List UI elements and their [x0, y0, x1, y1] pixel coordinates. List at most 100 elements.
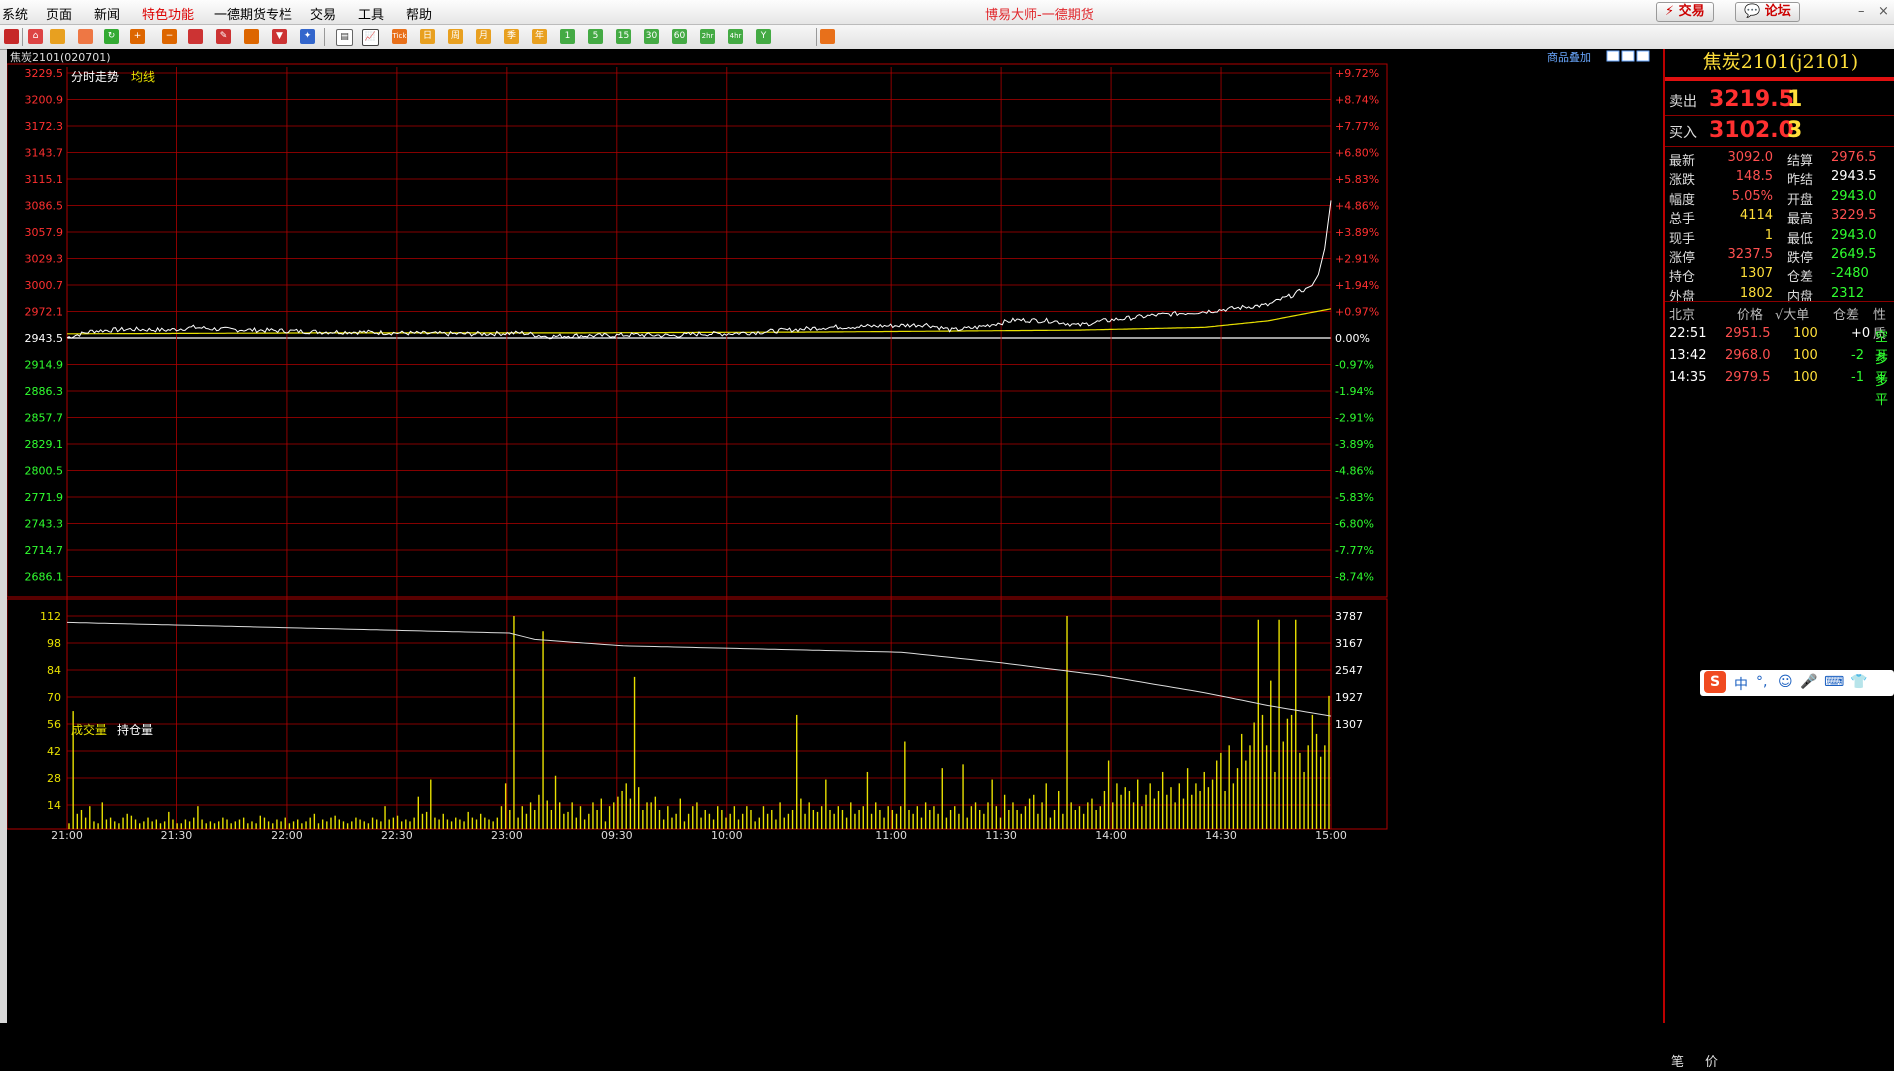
quote-value: 2943.5 — [1831, 169, 1877, 185]
min120-icon[interactable]: 2hr — [700, 29, 715, 44]
quote-panel: 焦炭2101(j2101) 卖出 3219.5 1 买入 3102.0 3 最新… — [1663, 49, 1894, 1070]
bid-label: 买入 — [1669, 125, 1697, 141]
price-axis-label: 3029.3 — [25, 253, 64, 266]
time-axis-label: 23:00 — [491, 829, 523, 842]
price-axis-label: 3172.3 — [25, 120, 64, 133]
menu-yide-column[interactable]: 一德期货专栏 — [214, 4, 292, 23]
menu-page[interactable]: 页面 — [46, 4, 72, 23]
tick-volume: 100 — [1793, 348, 1818, 363]
quote-row: 幅度 5.05% 开盘 2943.0 — [1665, 188, 1894, 208]
filter-icon[interactable]: ▼ — [272, 29, 287, 44]
time-axis-label: 14:30 — [1205, 829, 1237, 842]
intraday-chart[interactable]: 焦炭2101(020701) 商品叠加 分时走势 均线 成交量 持仓量 3229… — [6, 49, 1663, 1023]
volume-axis-label: 56 — [47, 718, 61, 731]
tick-header: 仓差 — [1833, 308, 1860, 323]
menu-features[interactable]: 特色功能 — [142, 4, 194, 23]
menu-news[interactable]: 新闻 — [94, 4, 120, 23]
ime-chinese-icon[interactable]: 中 — [1734, 674, 1748, 694]
pct-axis-label: +7.77% — [1335, 120, 1379, 133]
calc-icon[interactable] — [820, 29, 835, 44]
menu-help[interactable]: 帮助 — [406, 4, 432, 23]
volume-legend: 成交量 — [71, 722, 107, 737]
quote-value: 3229.5 — [1831, 208, 1877, 224]
ime-logo-icon[interactable]: S — [1704, 671, 1726, 693]
star-icon[interactable]: ✦ — [300, 29, 315, 44]
quote-label: 涨跌 — [1669, 173, 1696, 189]
quote-row: 最新 3092.0 结算 2976.5 — [1665, 149, 1894, 169]
min15-icon[interactable]: 15 — [616, 29, 631, 44]
chart-icon[interactable]: 📈 — [362, 29, 379, 46]
draw-icon[interactable] — [244, 29, 259, 44]
chart-corner-buttons[interactable] — [1606, 50, 1650, 62]
oi-axis-label: 1307 — [1335, 718, 1363, 731]
ask-volume: 1 — [1787, 87, 1803, 112]
menu-tools[interactable]: 工具 — [358, 4, 384, 23]
time-axis-label: 21:00 — [51, 829, 83, 842]
ime-skin-icon[interactable]: 👕 — [1850, 674, 1867, 690]
chart-area: 焦炭2101(020701) 商品叠加 分时走势 均线 成交量 持仓量 3229… — [6, 49, 1663, 1023]
volume-axis-label: 70 — [47, 691, 61, 704]
ime-mic-icon[interactable]: 🎤 — [1800, 674, 1817, 690]
pct-axis-label: -6.80% — [1335, 518, 1374, 531]
tick-price: 2968.0 — [1725, 348, 1771, 363]
instrument-header: 焦炭2101(020701) — [10, 51, 111, 64]
ime-toolbar[interactable]: S 中 °, ☺ 🎤 ⌨ 👕 — [1700, 670, 1894, 696]
quote-label: 幅度 — [1669, 192, 1696, 208]
oi-axis-label: 1927 — [1335, 691, 1363, 704]
pen-icon[interactable]: ✎ — [216, 29, 231, 44]
close-icon[interactable]: × — [1878, 4, 1889, 19]
tick-icon[interactable]: Tick — [392, 29, 407, 44]
minimize-icon[interactable]: – — [1858, 4, 1865, 19]
menu-trade[interactable]: 交易 — [310, 4, 336, 23]
ime-punct-icon[interactable]: °, — [1756, 674, 1767, 690]
tick-time: 14:35 — [1669, 370, 1707, 385]
year-icon[interactable]: 年 — [532, 29, 547, 44]
quote-label: 结算 — [1787, 154, 1814, 169]
min30-icon[interactable]: 30 — [644, 29, 659, 44]
ime-emoji-icon[interactable]: ☺ — [1778, 674, 1793, 690]
custom-icon[interactable]: Y — [756, 29, 771, 44]
chat-icon: 💬 — [1744, 4, 1761, 19]
home-icon[interactable]: ⌂ — [28, 29, 43, 44]
min60-icon[interactable]: 60 — [672, 29, 687, 44]
min240-icon[interactable]: 4hr — [728, 29, 743, 44]
table-icon[interactable]: ▤ — [336, 29, 353, 46]
left-tab-strip[interactable] — [0, 50, 7, 1023]
price-axis-label: 3115.1 — [25, 173, 64, 186]
window-icon[interactable] — [188, 29, 203, 44]
zoom-out-icon[interactable]: − — [162, 29, 177, 44]
quote-label: 持仓 — [1669, 270, 1696, 286]
ask-label: 卖出 — [1669, 94, 1697, 110]
pct-axis-label: -0.97% — [1335, 359, 1374, 372]
month-icon[interactable]: 月 — [476, 29, 491, 44]
quote-row: 总手 4114 最高 3229.5 — [1665, 207, 1894, 227]
menu-system[interactable]: 系统 — [2, 4, 28, 23]
quote-value: 2976.5 — [1831, 150, 1877, 165]
zoom-in-icon[interactable]: + — [130, 29, 145, 44]
ime-keyboard-icon[interactable]: ⌨ — [1824, 674, 1844, 690]
day-icon[interactable]: 日 — [420, 29, 435, 44]
tab-trades[interactable]: 笔 — [1671, 1051, 1684, 1071]
overlay-link[interactable]: 商品叠加 — [1547, 50, 1591, 64]
pct-axis-label: +9.72% — [1335, 67, 1379, 80]
price-axis-label: 3143.7 — [25, 147, 64, 160]
pct-axis-label: +0.97% — [1335, 306, 1379, 319]
trade-button[interactable]: ⚡ 交易 — [1656, 2, 1714, 22]
system-icon[interactable] — [4, 29, 19, 44]
tick-header: 价格 — [1737, 308, 1764, 323]
pct-axis-label: -8.74% — [1335, 571, 1374, 584]
news-icon[interactable] — [78, 29, 93, 44]
menu-bar: 系统 页面 新闻 特色功能 一德期货专栏 交易 工具 帮助 博易大师-一德期货 … — [0, 0, 1894, 25]
min5-icon[interactable]: 5 — [588, 29, 603, 44]
price-axis-label: 2972.1 — [25, 306, 64, 319]
forum-button[interactable]: 💬 论坛 — [1735, 2, 1800, 22]
season-icon[interactable]: 季 — [504, 29, 519, 44]
folder-icon[interactable] — [50, 29, 65, 44]
bid-volume: 3 — [1787, 118, 1803, 143]
min1-icon[interactable]: 1 — [560, 29, 575, 44]
tab-prices[interactable]: 价 — [1705, 1051, 1718, 1071]
week-icon[interactable]: 周 — [448, 29, 463, 44]
quote-value: 1 — [1764, 227, 1773, 243]
refresh-icon[interactable]: ↻ — [104, 29, 119, 44]
price-axis-label: 3229.5 — [25, 67, 64, 80]
